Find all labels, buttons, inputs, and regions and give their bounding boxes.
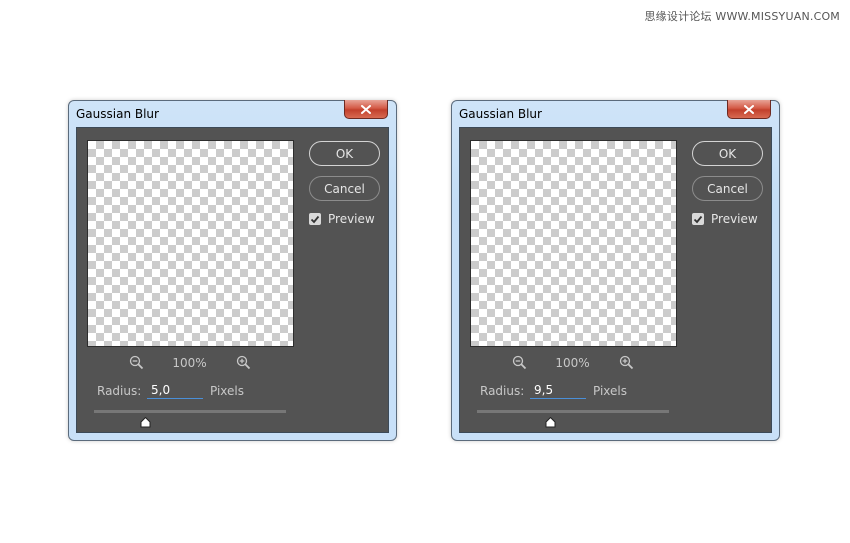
radius-slider-thumb[interactable] <box>140 413 151 432</box>
checkmark-icon <box>310 215 320 223</box>
preview-label: Preview <box>711 212 758 226</box>
zoom-in-icon <box>619 355 634 370</box>
dialog-title: Gaussian Blur <box>459 107 542 121</box>
close-button[interactable] <box>344 100 388 119</box>
dialog-titlebar[interactable]: Gaussian Blur <box>452 100 779 127</box>
zoom-controls: 100% <box>87 354 292 372</box>
preview-label: Preview <box>328 212 375 226</box>
dialog-titlebar[interactable]: Gaussian Blur <box>69 100 396 127</box>
radius-row: Radius: Pixels <box>97 382 347 402</box>
dialog-body: OK Cancel Preview 100% <box>76 127 389 433</box>
radius-label: Radius: <box>97 384 142 398</box>
radius-input[interactable] <box>147 382 203 399</box>
zoom-controls: 100% <box>470 354 675 372</box>
preview-canvas[interactable] <box>470 140 677 347</box>
units-label: Pixels <box>210 384 245 398</box>
dialog-body: OK Cancel Preview 100% <box>459 127 772 433</box>
preview-canvas[interactable] <box>87 140 294 347</box>
radius-label: Radius: <box>480 384 525 398</box>
preview-toggle[interactable]: Preview <box>309 212 375 226</box>
zoom-in-icon <box>236 355 251 370</box>
preview-toggle[interactable]: Preview <box>692 212 758 226</box>
radius-slider-track[interactable] <box>94 410 286 413</box>
ok-button[interactable]: OK <box>309 141 380 166</box>
radius-row: Radius: Pixels <box>480 382 730 402</box>
units-label: Pixels <box>593 384 628 398</box>
preview-checkbox[interactable] <box>309 213 321 225</box>
site-watermark: 思缘设计论坛 WWW.MISSYUAN.COM <box>644 10 840 23</box>
slider-thumb-icon <box>545 416 556 428</box>
close-icon <box>744 104 754 114</box>
gaussian-blur-dialog-2: Gaussian Blur OK Cancel Preview 100% Rad… <box>451 100 780 441</box>
radius-slider-track[interactable] <box>477 410 669 413</box>
gaussian-blur-dialog-1: Gaussian Blur OK Cancel Preview 100% Rad… <box>68 100 397 441</box>
ok-button[interactable]: OK <box>692 141 763 166</box>
zoom-level: 100% <box>172 356 207 370</box>
zoom-in-button[interactable] <box>619 355 634 374</box>
radius-slider-thumb[interactable] <box>545 413 556 432</box>
close-button[interactable] <box>727 100 771 119</box>
cancel-button[interactable]: Cancel <box>309 176 380 201</box>
zoom-in-button[interactable] <box>236 355 251 374</box>
checkmark-icon <box>693 215 703 223</box>
zoom-level: 100% <box>555 356 590 370</box>
close-icon <box>361 104 371 114</box>
radius-input[interactable] <box>530 382 586 399</box>
cancel-button[interactable]: Cancel <box>692 176 763 201</box>
preview-checkbox[interactable] <box>692 213 704 225</box>
dialog-title: Gaussian Blur <box>76 107 159 121</box>
slider-thumb-icon <box>140 416 151 428</box>
